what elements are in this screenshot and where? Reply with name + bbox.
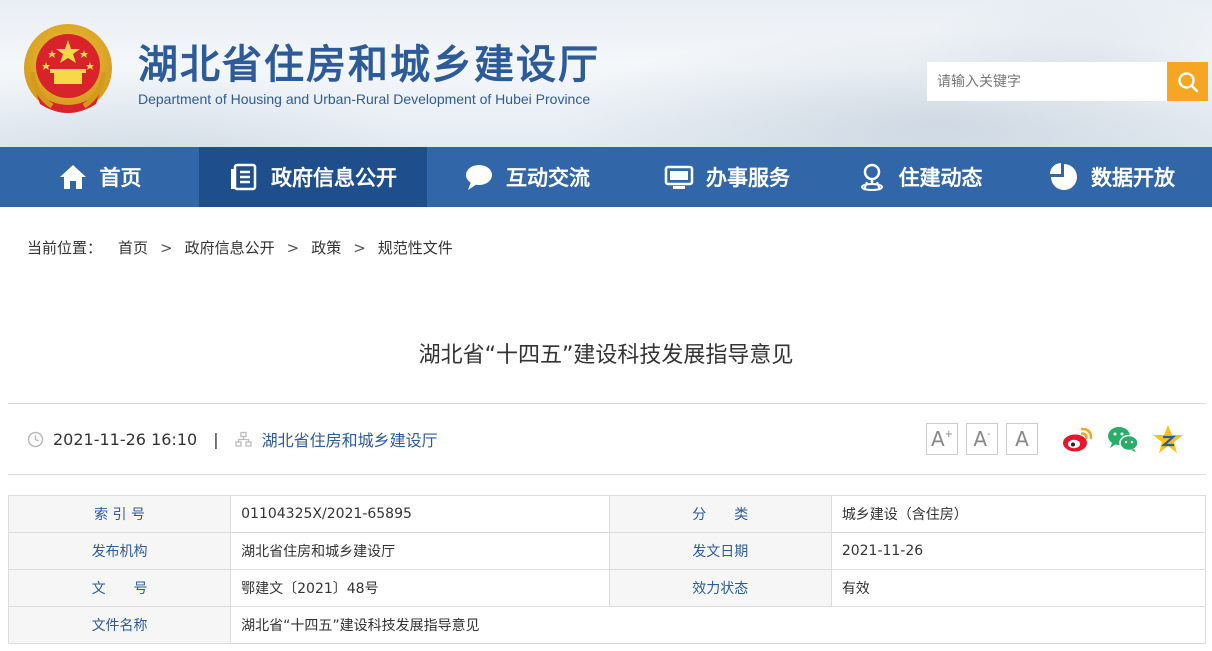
- nav-item-label: 数据开放: [1091, 166, 1175, 190]
- nav-item-label: 首页: [99, 166, 142, 190]
- info-value-doc-number: 鄂建文〔2021〕48号: [230, 569, 610, 607]
- breadcrumb-separator: >: [353, 238, 366, 257]
- share-weibo-button[interactable]: [1060, 423, 1094, 455]
- search-input[interactable]: [927, 62, 1168, 101]
- site-title: 湖北省住房和城乡建设厅: [138, 41, 600, 88]
- font-size-plus-label: +: [944, 428, 954, 440]
- wechat-icon: [1108, 427, 1139, 452]
- font-size-large-button[interactable]: A +: [926, 423, 958, 455]
- nav-item-home[interactable]: 首页: [0, 147, 199, 207]
- font-size-minus-label: -: [987, 428, 991, 440]
- nav-item-label: 政府信息公开: [271, 166, 397, 190]
- search-icon: [1177, 71, 1198, 92]
- divider: [8, 403, 1206, 404]
- breadcrumb-prefix: 当前位置：: [27, 239, 103, 257]
- info-key-doc-name: 文件名称: [7, 606, 232, 644]
- info-key-index: 索 引 号: [7, 495, 232, 533]
- clock-icon: [27, 431, 44, 447]
- nav-item-label: 住建动态: [898, 166, 983, 190]
- breadcrumb-separator: >: [286, 238, 300, 257]
- document-info-table: 索 引 号 01104325X/2021-65895 分 类 城乡建设（含住房）…: [7, 495, 1207, 644]
- breadcrumb-item-home[interactable]: 首页: [118, 237, 148, 258]
- nav-item-interaction[interactable]: 互动交流: [427, 147, 627, 207]
- breadcrumb-item-normative-docs[interactable]: 规范性文件: [378, 237, 453, 258]
- organization-icon: [234, 431, 252, 447]
- table-row: 文 号 鄂建文〔2021〕48号 效力状态 有效: [7, 569, 1207, 607]
- font-size-label: A: [930, 427, 945, 451]
- info-key-publisher: 发布机构: [7, 532, 232, 570]
- breadcrumb: 当前位置： 首页 > 政府信息公开 > 政策 > 规范性文件: [27, 237, 453, 258]
- publish-datetime: 2021-11-26 16:10: [53, 429, 198, 449]
- nav-item-open-data[interactable]: 数据开放: [1012, 147, 1212, 207]
- info-value-doc-name: 湖北省“十四五”建设科技发展指导意见: [230, 606, 1206, 644]
- publish-source: 湖北省住房和城乡建设厅: [261, 431, 438, 450]
- location-pin-icon: [860, 163, 883, 191]
- font-size-label: A: [973, 427, 988, 451]
- breadcrumb-separator: >: [160, 238, 173, 257]
- info-value-index: 01104325X/2021-65895: [230, 495, 610, 533]
- nav-item-label: 办事服务: [706, 166, 790, 190]
- chat-bubble-icon: [466, 165, 492, 190]
- document-list-icon: [231, 163, 257, 191]
- qzone-star-icon: [1153, 425, 1183, 453]
- article-meta: 2021-11-26 16:10 | 湖北省住房和城乡建设厅: [27, 428, 438, 450]
- search-button[interactable]: [1167, 62, 1208, 101]
- info-key-category: 分 类: [608, 495, 832, 533]
- share-wechat-button[interactable]: [1106, 423, 1140, 455]
- national-emblem-icon[interactable]: [22, 22, 114, 118]
- info-key-validity: 效力状态: [608, 569, 832, 607]
- breadcrumb-item-policy[interactable]: 政策: [311, 237, 341, 258]
- pie-chart-icon: [1050, 163, 1077, 190]
- site-header: 湖北省住房和城乡建设厅 Department of Housing and Ur…: [0, 0, 1212, 147]
- nav-item-gov-info[interactable]: 政府信息公开: [199, 147, 427, 207]
- site-subtitle: Department of Housing and Urban-Rural De…: [138, 91, 591, 107]
- info-value-issue-date: 2021-11-26: [830, 532, 1207, 570]
- info-value-validity: 有效: [830, 569, 1207, 607]
- nav-item-label: 互动交流: [506, 166, 590, 190]
- share-qzone-button[interactable]: [1151, 423, 1185, 455]
- monitor-icon: [664, 165, 694, 189]
- main-nav: 首页 政府信息公开 互动交流 办事服务 住建动态 数据开放: [0, 147, 1212, 207]
- nav-item-services[interactable]: 办事服务: [627, 147, 827, 207]
- table-row: 发布机构 湖北省住房和城乡建设厅 发文日期 2021-11-26: [7, 532, 1207, 570]
- font-size-medium-button[interactable]: A-: [966, 423, 998, 455]
- font-size-default-button[interactable]: A: [1006, 423, 1038, 455]
- table-row: 文件名称 湖北省“十四五”建设科技发展指导意见: [7, 606, 1206, 644]
- info-key-doc-number: 文 号: [7, 569, 232, 607]
- weibo-icon: [1063, 427, 1093, 452]
- table-row: 索 引 号 01104325X/2021-65895 分 类 城乡建设（含住房）: [7, 495, 1207, 533]
- info-key-issue-date: 发文日期: [608, 532, 832, 570]
- info-value-category: 城乡建设（含住房）: [830, 495, 1207, 533]
- divider: [8, 474, 1206, 475]
- meta-divider: |: [213, 429, 219, 449]
- article-title: 湖北省“十四五”建设科技发展指导意见: [418, 343, 794, 368]
- breadcrumb-item-gov-info[interactable]: 政府信息公开: [185, 237, 275, 258]
- info-value-publisher: 湖北省住房和城乡建设厅: [230, 532, 610, 570]
- nav-item-news[interactable]: 住建动态: [827, 147, 1012, 207]
- home-icon: [59, 165, 86, 189]
- font-size-label: A: [1015, 427, 1029, 451]
